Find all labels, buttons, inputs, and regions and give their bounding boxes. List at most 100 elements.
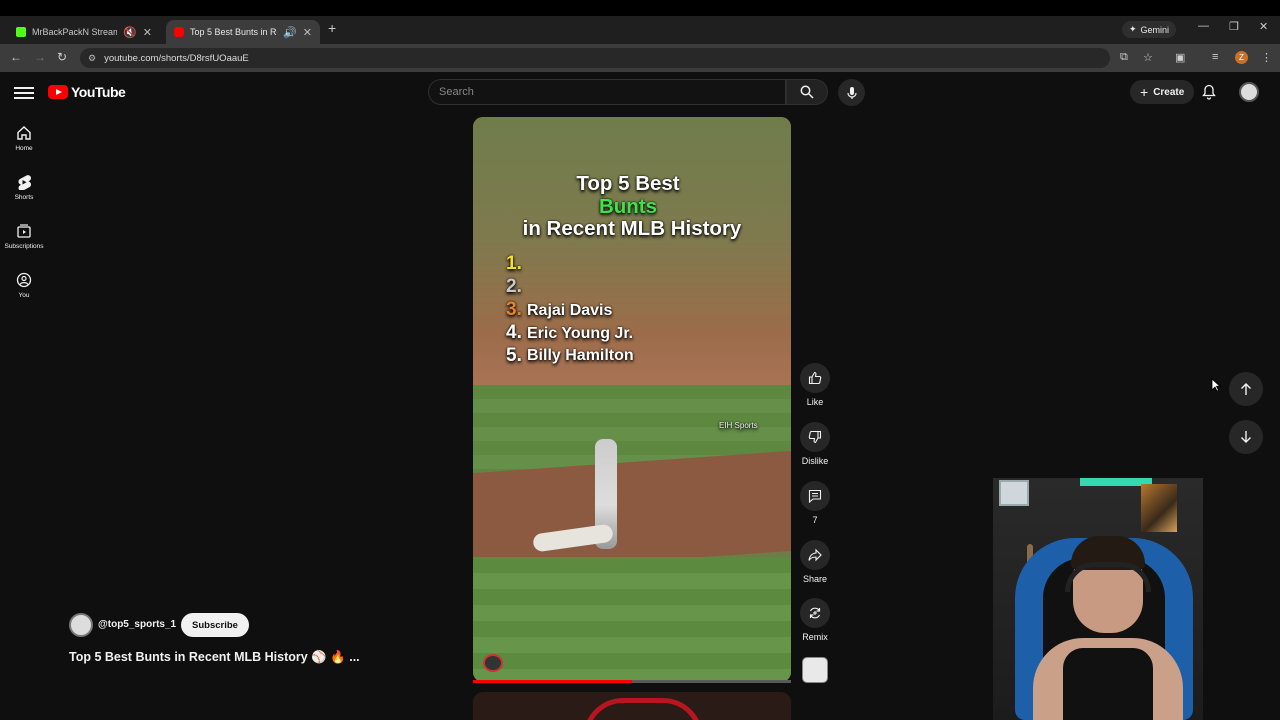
share-button[interactable]: Share [800, 540, 830, 584]
address-bar[interactable]: ⚙ youtube.com/shorts/D8rsfUOaauE [80, 48, 1110, 68]
browser-tab-stream[interactable]: MrBackPackN Stream - Wa 🔇 ✕ [8, 20, 160, 44]
channel-handle[interactable]: @top5_sports_1 [98, 619, 176, 630]
webcam-tiger-poster [1141, 484, 1177, 532]
sidebar-item-label: Shorts [14, 194, 34, 201]
sidebar-item-label: You [18, 292, 30, 299]
remix-button[interactable]: Remix [800, 598, 830, 642]
rank-2-number: 2. [506, 276, 522, 297]
url-text: youtube.com/shorts/D8rsfUOaauE [104, 52, 249, 64]
forward-icon[interactable]: → [34, 50, 46, 64]
share-label: Share [802, 574, 828, 584]
rank-5-name: Billy Hamilton [527, 347, 634, 364]
comments-button[interactable]: 7 [800, 481, 830, 525]
previous-short-button[interactable] [1229, 372, 1263, 406]
mouse-cursor-icon [1211, 378, 1222, 397]
close-tab-icon[interactable]: ✕ [303, 26, 312, 39]
rank-3-name: Rajai Davis [527, 302, 613, 319]
remix-label: Remix [802, 632, 828, 642]
browser-profile-avatar[interactable]: Z [1235, 51, 1248, 64]
install-app-icon[interactable]: ⧉ [1120, 51, 1128, 64]
comments-count: 7 [812, 515, 818, 525]
like-label: Like [806, 397, 824, 407]
notifications-bell-icon[interactable] [1202, 84, 1216, 105]
video-title-line3: in Recent MLB History [522, 217, 742, 240]
next-short-button[interactable] [1229, 420, 1263, 454]
restore-icon[interactable]: ❐ [1229, 20, 1239, 33]
search-icon [800, 85, 814, 99]
sidebar-item-home[interactable]: Home [0, 125, 48, 152]
rank-4-number: 4. [506, 322, 522, 343]
search-placeholder: Search [439, 86, 474, 98]
channel-sound-thumbnail[interactable] [802, 657, 828, 683]
sidebar-item-label: Home [15, 145, 33, 152]
arrow-up-icon [1241, 383, 1251, 395]
short-title[interactable]: Top 5 Best Bunts in Recent MLB History ⚾… [69, 650, 360, 665]
sidebar-item-subscriptions[interactable]: Subscriptions [0, 223, 48, 250]
dislike-button[interactable]: Dislike [800, 422, 830, 466]
channel-avatar[interactable] [69, 613, 93, 637]
hamburger-menu-icon[interactable] [14, 84, 34, 100]
gemini-button[interactable]: ✦ Gemini [1122, 21, 1177, 38]
browser-tab-strip: MrBackPackN Stream - Wa 🔇 ✕ Top 5 Best B… [0, 16, 1280, 44]
video-corner-logo-icon [483, 654, 503, 672]
dislike-label: Dislike [801, 456, 829, 466]
microphone-icon [846, 86, 857, 99]
close-window-icon[interactable]: ✕ [1259, 20, 1268, 33]
youtube-play-icon [48, 85, 68, 99]
extension-icon[interactable]: ▣ [1175, 51, 1185, 64]
rank-3-number: 3. [506, 299, 522, 320]
like-button[interactable]: Like [800, 363, 830, 407]
subscribe-button[interactable]: Subscribe [181, 613, 249, 637]
shorts-video-player[interactable]: Top 5 Best Bunts in Recent MLB History 1… [473, 117, 791, 682]
search-button[interactable] [786, 79, 828, 105]
tab-title: MrBackPackN Stream - Wa [32, 27, 118, 37]
rank-1-number: 1. [506, 253, 522, 274]
rank-4-name: Eric Young Jr. [527, 325, 634, 342]
you-icon [16, 272, 32, 288]
remix-icon [809, 607, 821, 619]
plus-icon: + [1140, 84, 1149, 100]
subscriptions-icon [17, 224, 31, 238]
kick-favicon-icon [16, 27, 26, 37]
next-short-thumbnail-shape [583, 698, 703, 720]
close-tab-icon[interactable]: ✕ [143, 26, 152, 39]
webcam-headset [1065, 562, 1151, 592]
voice-search-button[interactable] [838, 79, 865, 106]
arrow-down-icon [1241, 431, 1251, 443]
top-letterbox [0, 0, 1280, 16]
thumbs-down-icon [808, 430, 822, 444]
rank-5-number: 5. [506, 345, 522, 366]
video-title-line1: Top 5 Best [576, 172, 680, 195]
create-button[interactable]: + Create [1130, 80, 1195, 104]
video-title-line2: Bunts [598, 195, 658, 218]
video-foreground-grass [473, 557, 791, 682]
next-short-preview[interactable] [473, 692, 791, 720]
new-tab-icon[interactable]: + [328, 20, 336, 36]
youtube-logo-text: YouTube [71, 84, 126, 100]
youtube-logo[interactable]: YouTube [48, 84, 126, 100]
create-label: Create [1153, 86, 1185, 98]
thumbs-up-icon [808, 371, 822, 385]
minimize-icon[interactable]: — [1198, 20, 1209, 32]
home-icon [17, 126, 31, 140]
browser-tab-youtube[interactable]: Top 5 Best Bunts in Recent 🔊 ✕ [166, 20, 320, 44]
webcam-streamer-shirt [1063, 648, 1153, 720]
reload-icon[interactable]: ↻ [57, 50, 67, 64]
sidebar-item-you[interactable]: You [0, 272, 48, 299]
bookmark-star-icon[interactable]: ☆ [1143, 51, 1153, 64]
sidebar-item-shorts[interactable]: Shorts [0, 174, 48, 201]
share-icon [808, 548, 822, 562]
tab-title: Top 5 Best Bunts in Recent [190, 27, 277, 37]
search-input[interactable]: Search [428, 79, 786, 105]
youtube-favicon-icon [174, 27, 184, 37]
mute-icon[interactable]: 🔇 [123, 26, 137, 39]
video-infield-dirt [473, 450, 791, 574]
account-avatar[interactable] [1239, 82, 1259, 102]
browser-menu-icon[interactable]: ⋮ [1261, 51, 1272, 64]
media-control-icon[interactable]: ≡ [1212, 51, 1218, 63]
gemini-label: Gemini [1140, 24, 1170, 35]
site-info-icon[interactable]: ⚙ [88, 53, 96, 64]
back-icon[interactable]: ← [10, 50, 22, 64]
video-watermark: EIH Sports [719, 421, 758, 430]
audio-icon[interactable]: 🔊 [283, 26, 297, 39]
